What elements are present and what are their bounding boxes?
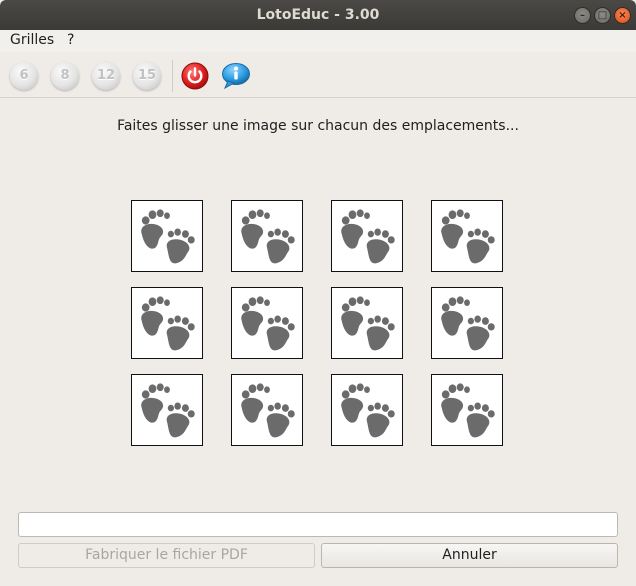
image-slot[interactable] <box>331 200 403 272</box>
image-slot[interactable] <box>231 287 303 359</box>
footprints-icon <box>436 205 498 267</box>
info-icon[interactable] <box>221 62 251 90</box>
footprints-icon <box>236 292 298 354</box>
image-slot[interactable] <box>131 287 203 359</box>
grid-12-button[interactable]: 12 <box>92 62 120 90</box>
footprints-icon <box>136 379 198 441</box>
image-slot[interactable] <box>431 200 503 272</box>
menu-bar: Grilles ? <box>0 30 636 52</box>
grid-8-button[interactable]: 8 <box>51 62 79 90</box>
footprints-icon <box>436 379 498 441</box>
toolbar-separator <box>172 60 173 92</box>
footprints-icon <box>236 379 298 441</box>
grid-15-button[interactable]: 15 <box>133 62 161 90</box>
image-slot[interactable] <box>231 374 303 446</box>
menu-help[interactable]: ? <box>67 32 74 48</box>
footprints-icon <box>136 292 198 354</box>
toolbar: 6 8 12 15 <box>0 52 636 98</box>
image-slot[interactable] <box>231 200 303 272</box>
footprints-icon <box>136 205 198 267</box>
window-title: LotoEduc - 3.00 <box>256 7 380 23</box>
footprints-icon <box>336 379 398 441</box>
make-pdf-button[interactable]: Fabriquer le fichier PDF <box>18 543 315 568</box>
maximize-button[interactable]: □ <box>594 7 611 24</box>
minimize-button[interactable]: – <box>574 7 591 24</box>
image-slot[interactable] <box>431 374 503 446</box>
menu-grilles[interactable]: Grilles <box>10 32 54 48</box>
footprints-icon <box>336 292 398 354</box>
grid-6-button[interactable]: 6 <box>10 62 38 90</box>
image-slot[interactable] <box>131 374 203 446</box>
image-slot[interactable] <box>131 200 203 272</box>
instruction-text: Faites glisser une image sur chacun des … <box>117 118 519 134</box>
image-slot[interactable] <box>431 287 503 359</box>
image-slot[interactable] <box>331 287 403 359</box>
footprints-icon <box>336 205 398 267</box>
cancel-button[interactable]: Annuler <box>321 543 618 568</box>
footprints-icon <box>236 205 298 267</box>
pdf-path-input[interactable] <box>18 512 618 537</box>
power-icon[interactable] <box>181 62 209 90</box>
title-bar: LotoEduc - 3.00 – □ × <box>0 0 636 30</box>
footprints-icon <box>436 292 498 354</box>
close-button[interactable]: × <box>614 7 631 24</box>
image-slot[interactable] <box>331 374 403 446</box>
